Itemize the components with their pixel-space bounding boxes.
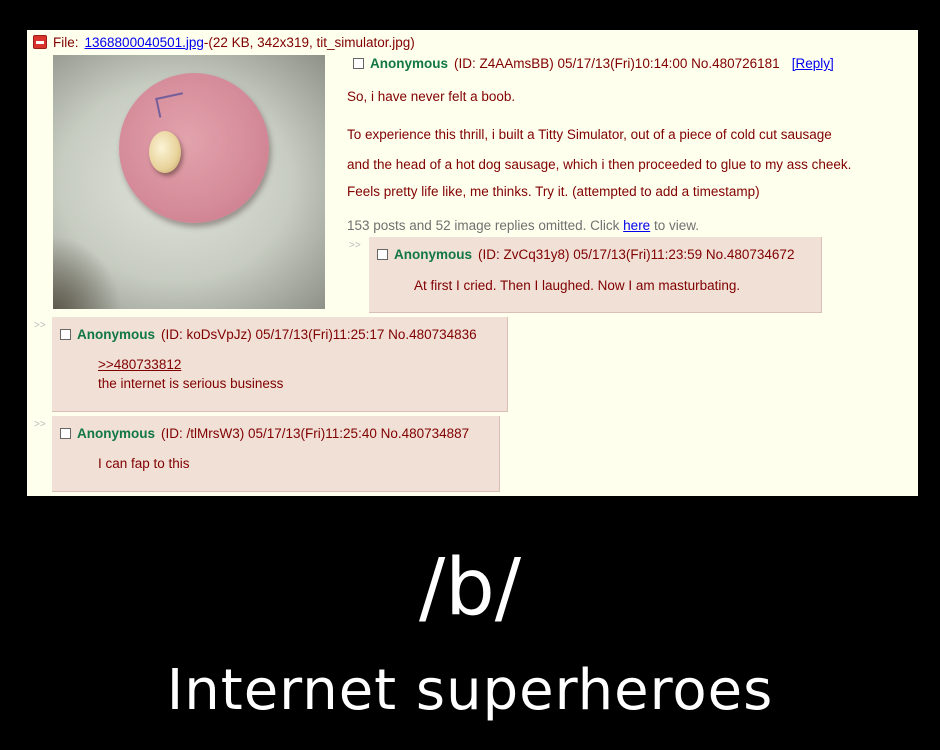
file-link[interactable]: 1368800040501.jpg: [85, 35, 204, 50]
reply-arrows: >>: [34, 320, 46, 331]
reply-header: Anonymous (ID: /tlMrsW3) 05/17/13(Fri)11…: [60, 426, 469, 441]
reply-meta: (ID: ZvCq31y8) 05/17/13(Fri)11:23:59 No.…: [478, 247, 795, 262]
thread-panel: File: 1368800040501.jpg-(22 KB, 342x319,…: [27, 30, 918, 496]
reply-poster-name: Anonymous: [77, 327, 156, 342]
reply-post: Anonymous (ID: ZvCq31y8) 05/17/13(Fri)11…: [369, 237, 822, 313]
omitted-text: 153 posts and 52 image replies omitted. …: [347, 218, 620, 233]
reply-post: Anonymous (ID: koDsVpJz) 05/17/13(Fri)11…: [52, 317, 508, 412]
op-message-line: Feels pretty life like, me thinks. Try i…: [347, 184, 760, 199]
reply-meta: (ID: koDsVpJz) 05/17/13(Fri)11:25:17 No.…: [161, 327, 477, 342]
op-poster-name: Anonymous: [370, 56, 449, 71]
op-post-header: Anonymous (ID: Z4AAmsBB) 05/17/13(Fri)10…: [353, 56, 834, 71]
reply-meta: (ID: /tlMrsW3) 05/17/13(Fri)11:25:40 No.…: [161, 426, 470, 441]
reply-header: Anonymous (ID: koDsVpJz) 05/17/13(Fri)11…: [60, 327, 477, 342]
file-details: -(22 KB, 342x319, tit_simulator.jpg): [203, 34, 415, 50]
caption-subtitle: Internet superheroes: [166, 658, 774, 723]
op-checkbox-icon[interactable]: [353, 58, 364, 69]
op-message-line: So, i have never felt a boob.: [347, 89, 516, 104]
reply-poster-name: Anonymous: [394, 247, 473, 262]
caption-title: /b/: [418, 543, 522, 633]
reply-message: At first I cried. Then I laughed. Now I …: [414, 278, 741, 293]
image-shadow: [53, 235, 123, 309]
file-prefix: File:: [53, 34, 79, 50]
op-post-meta: (ID: Z4AAmsBB) 05/17/13(Fri)10:14:00 No.…: [454, 56, 780, 71]
op-message-line: and the head of a hot dog sausage, which…: [347, 157, 852, 172]
image-sausage-tip: [149, 131, 181, 173]
reply-post: Anonymous (ID: /tlMrsW3) 05/17/13(Fri)11…: [52, 416, 500, 492]
reply-message: I can fap to this: [98, 456, 190, 471]
view-thread-link[interactable]: here: [623, 218, 650, 233]
quote-link[interactable]: >>480733812: [98, 357, 181, 372]
file-info: File: 1368800040501.jpg-(22 KB, 342x319,…: [33, 33, 415, 51]
reply-poster-name: Anonymous: [77, 426, 156, 441]
reply-checkbox-icon[interactable]: [60, 428, 71, 439]
omitted-suffix: to view.: [653, 218, 699, 233]
op-reply-link[interactable]: [Reply]: [792, 56, 834, 71]
omitted-notice: 153 posts and 52 image replies omitted. …: [347, 218, 699, 233]
reply-arrows: >>: [34, 419, 46, 430]
op-image[interactable]: [53, 55, 325, 309]
reply-header: Anonymous (ID: ZvCq31y8) 05/17/13(Fri)11…: [377, 247, 794, 262]
reply-arrows: >>: [349, 240, 361, 251]
reply-checkbox-icon[interactable]: [60, 329, 71, 340]
reply-checkbox-icon[interactable]: [377, 249, 388, 260]
image-sausage-disk: [119, 73, 269, 223]
reply-message: the internet is serious business: [98, 376, 284, 391]
op-message-line: To experience this thrill, i built a Tit…: [347, 127, 832, 142]
hide-thread-minus-icon[interactable]: [33, 35, 47, 49]
